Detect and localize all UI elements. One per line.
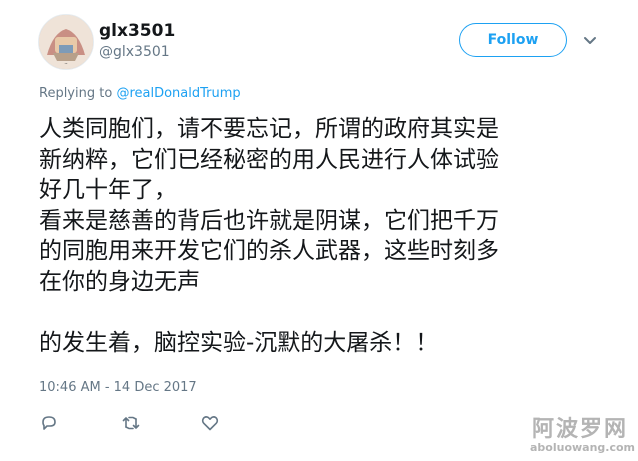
reply-context-prefix: Replying to — [39, 86, 113, 101]
tweet-line: 新纳粹，它们已经秘密的用人民进行人体试验 — [39, 146, 499, 173]
follow-button[interactable]: Follow — [459, 23, 567, 57]
watermark-url: aboluowang.com — [530, 441, 636, 454]
tweet-line: 人类同胞们，请不要忘记，所谓的政府其实是 — [39, 116, 499, 142]
watermark-title: 阿波罗网 — [531, 417, 628, 442]
tweet-text: 人类同胞们，请不要忘记，所谓的政府其实是 新纳粹，它们已经秘密的用人民进行人体试… — [39, 114, 609, 358]
avatar[interactable]: ~ — [38, 14, 94, 70]
tweet-timestamp[interactable]: 10:46 AM - 14 Dec 2017 — [39, 380, 197, 395]
reply-context: Replying to @realDonaldTrump — [39, 86, 241, 101]
reply-mention-link[interactable]: @realDonaldTrump — [116, 86, 240, 101]
chevron-down-icon[interactable] — [582, 32, 598, 48]
avatar-image: ~ — [39, 15, 93, 69]
display-name[interactable]: glx3501 — [99, 21, 175, 41]
tweet-line: 好几十年了， — [39, 177, 177, 203]
reply-icon[interactable] — [39, 413, 59, 433]
user-handle[interactable]: @glx3501 — [99, 44, 170, 60]
heart-icon[interactable] — [200, 413, 220, 433]
tweet-line: 看来是慈善的背后也许就是阴谋，它们把千万 — [39, 207, 499, 234]
tweet-line: 的同胞用来开发它们的杀人武器，这些时刻多 — [39, 238, 499, 264]
tweet-line: 的发生着，脑控实验-沉默的大屠杀！！ — [39, 329, 439, 356]
retweet-icon[interactable] — [121, 413, 141, 433]
site-watermark: 阿波罗网 aboluowang.com — [530, 411, 636, 454]
tweet-line: 在你的身边无声 — [39, 268, 200, 295]
svg-text:~: ~ — [64, 61, 67, 66]
